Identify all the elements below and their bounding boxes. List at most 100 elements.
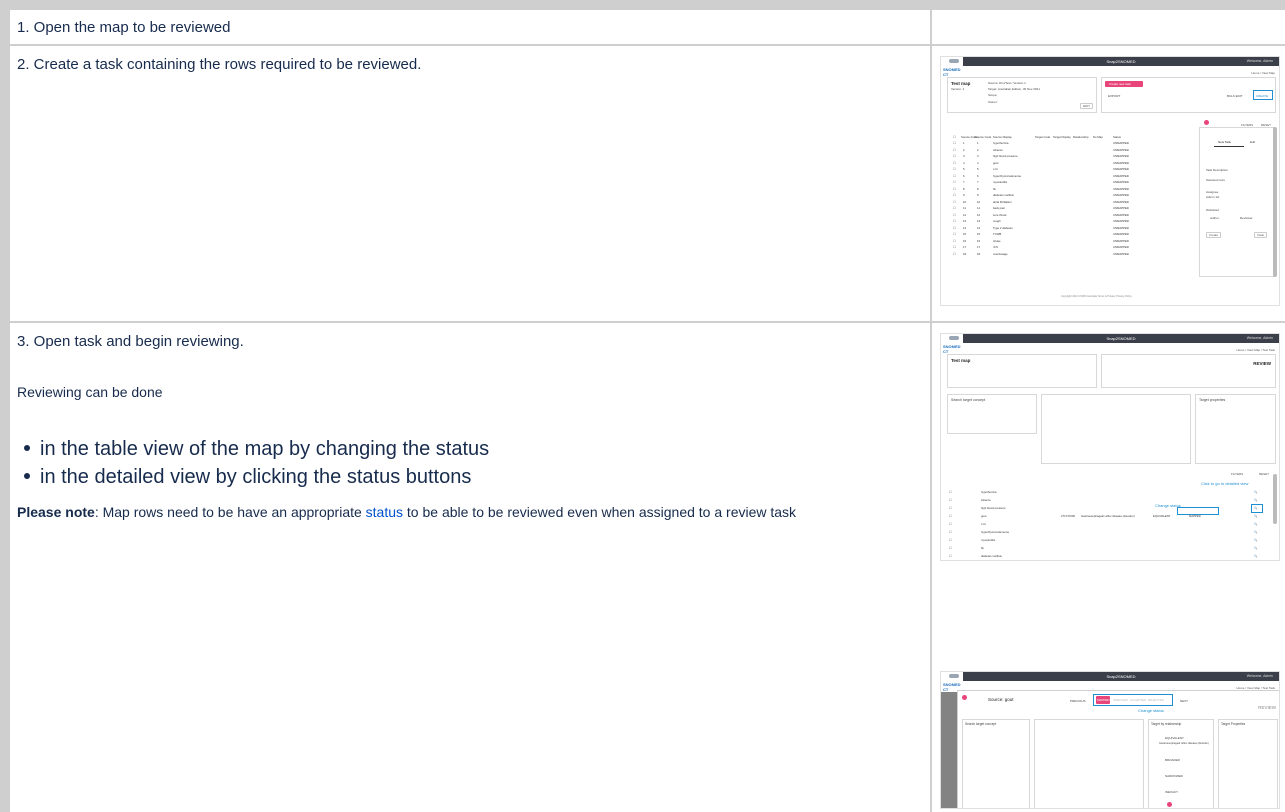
row-checkbox[interactable]: ☐ [949,538,952,542]
task-create-button[interactable]: Create [1206,232,1222,238]
status-link[interactable]: status [366,504,403,520]
app-header: Snap2SNOMED Welcome, Admin [963,672,1279,681]
bullet-text-2: in the detailed view by clicking the sta… [40,466,472,488]
row-checkbox[interactable]: ☐ [953,245,956,249]
row-checkbox[interactable]: ☐ [953,180,956,184]
task-description-field[interactable]: Task Description [1206,168,1228,172]
note-text-post: to be able to be reviewed even when assi… [403,504,797,520]
row-checkbox[interactable]: ☐ [953,167,956,171]
row-source-index: 15 [963,232,967,236]
row-checkbox[interactable]: ☐ [949,490,952,494]
row-checkbox[interactable]: ☐ [949,506,952,510]
row-source-display: hyperthyroid adenoma [993,173,1021,178]
detail-view-icon[interactable]: 🔍 [1254,554,1257,558]
rel-narrower[interactable]: NARROWER [1165,774,1183,778]
row-checkbox[interactable]: ☐ [953,213,956,217]
row-status: UNMAPPED [1113,160,1129,165]
task-clear-button[interactable]: Clear [1254,232,1268,238]
edit-button[interactable]: EDIT [1080,103,1093,109]
row-checkbox[interactable]: ☐ [953,141,956,145]
col-target-code: Target Code [1035,135,1051,139]
assignee-select[interactable]: Admin 1st [1206,195,1219,199]
filters-button[interactable]: FILTERS [1231,472,1243,476]
row-checkbox[interactable]: ☐ [953,161,956,165]
row-checkbox[interactable]: ☐ [953,187,956,191]
row-checkbox[interactable]: ☐ [953,239,956,243]
modal-backdrop [941,692,957,808]
rel-equivalent[interactable]: EQUIVALENT [1165,736,1184,740]
reviewer-radio[interactable]: Reviewer [1240,216,1253,220]
row-source-index: 2 [963,147,965,152]
row-source-code: 12 [977,212,981,217]
rel-broader[interactable]: BROADER [1165,758,1180,762]
detail-view-icon[interactable]: 🔍 [1254,538,1257,542]
row-checkbox[interactable]: ☐ [953,219,956,223]
rel-inexact[interactable]: INEXACT [1165,790,1178,794]
snomed-logo: SNOMED CT [943,674,961,692]
export-button[interactable]: EXPORT [1108,94,1120,98]
bullet-item-detailed-view: in the detailed view by clicking the sta… [24,466,471,489]
row-checkbox[interactable]: ☐ [953,174,956,178]
row-source-display: high blood pressure [981,506,1006,510]
row-status: UNMAPPED [1113,173,1129,178]
snomed-logo: SNOMED CT [943,336,961,354]
bullet-text-1: in the table view of the map by changing… [40,438,490,460]
close-icon[interactable] [1204,120,1209,125]
row-checkbox[interactable]: ☐ [953,206,956,210]
detail-view-icon[interactable]: 🔍 [1254,514,1257,518]
row-checkbox[interactable]: ☐ [949,514,952,518]
row-source-display: gout [993,160,999,165]
row-source-display: gout [981,514,987,518]
row-source-display: myocarditis [981,538,996,542]
close-icon[interactable] [962,695,967,700]
step1-image-cell [932,10,1285,44]
row-checkbox[interactable]: ☐ [949,546,952,550]
scrollbar[interactable] [1273,474,1277,524]
row-source-display: flu [981,546,984,550]
row-checkbox[interactable]: ☐ [953,200,956,204]
assignee-label: Assignee [1206,190,1219,194]
row-checkbox[interactable]: ☐ [949,554,952,558]
detail-view-icon[interactable]: 🔍 [1254,522,1257,526]
tab-new-task[interactable]: New Task [1218,140,1231,144]
note-text-pre: : Map rows need to be have an appropriat… [94,504,366,520]
row-checkbox[interactable]: ☐ [953,154,956,158]
row-checkbox[interactable]: ☐ [953,193,956,197]
row-checkbox[interactable]: ☐ [953,252,956,256]
bulk-edit-button[interactable]: BULK EDIT [1227,94,1243,98]
author-radio[interactable]: Author [1210,216,1219,220]
row-source-display: hyperthyroid adenoma [981,530,1009,534]
detail-view-icon[interactable]: 🔍 [1254,546,1257,550]
row-status: UNMAPPED [1113,212,1129,217]
row-source-display: flu [993,186,996,191]
row-checkbox[interactable]: ☐ [953,226,956,230]
app-title: Snap2SNOMED [1106,59,1136,64]
target-properties-label: Target Properties [1221,722,1246,726]
row-source-display: hypothermia [993,141,1009,145]
next-button[interactable]: NEXT [1180,699,1188,703]
task-details-panel: REVIEW [1101,354,1276,388]
row-source-display: hypothermia [981,490,997,494]
row-checkbox[interactable]: ☐ [953,232,956,236]
previous-button[interactable]: PREVIOUS [1070,699,1086,703]
detail-view-icon[interactable]: 🔍 [1254,530,1257,534]
row-status: UNMAPPED [1113,199,1129,204]
row-checkbox[interactable]: ☐ [949,498,952,502]
tab-edit-task[interactable]: Edit [1250,140,1255,144]
detail-view-icon[interactable]: 🔍 [1254,490,1257,494]
step3-cell: 3. Open task and begin reviewing. Review… [10,323,930,812]
row-checkbox[interactable]: ☐ [949,522,952,526]
warning-text: Create new task [1109,82,1131,86]
row-source-code: 13 [977,219,981,223]
pagination-current[interactable] [1167,802,1172,807]
row-checkbox[interactable]: ☐ [953,148,956,152]
selected-rows-field[interactable]: Selected rows [1206,178,1225,182]
detail-view-icon[interactable]: 🔍 [1254,498,1257,502]
scrollbar[interactable] [1273,127,1277,277]
app-title: Snap2SNOMED [1106,674,1136,679]
reset-button[interactable]: RESET [1259,472,1269,476]
create-button[interactable]: CREATE [1256,94,1268,98]
row-checkbox[interactable]: ☐ [949,530,952,534]
status-buttons-highlight [1093,694,1173,706]
app-header: Snap2SNOMED Welcome, Admin [963,57,1279,66]
